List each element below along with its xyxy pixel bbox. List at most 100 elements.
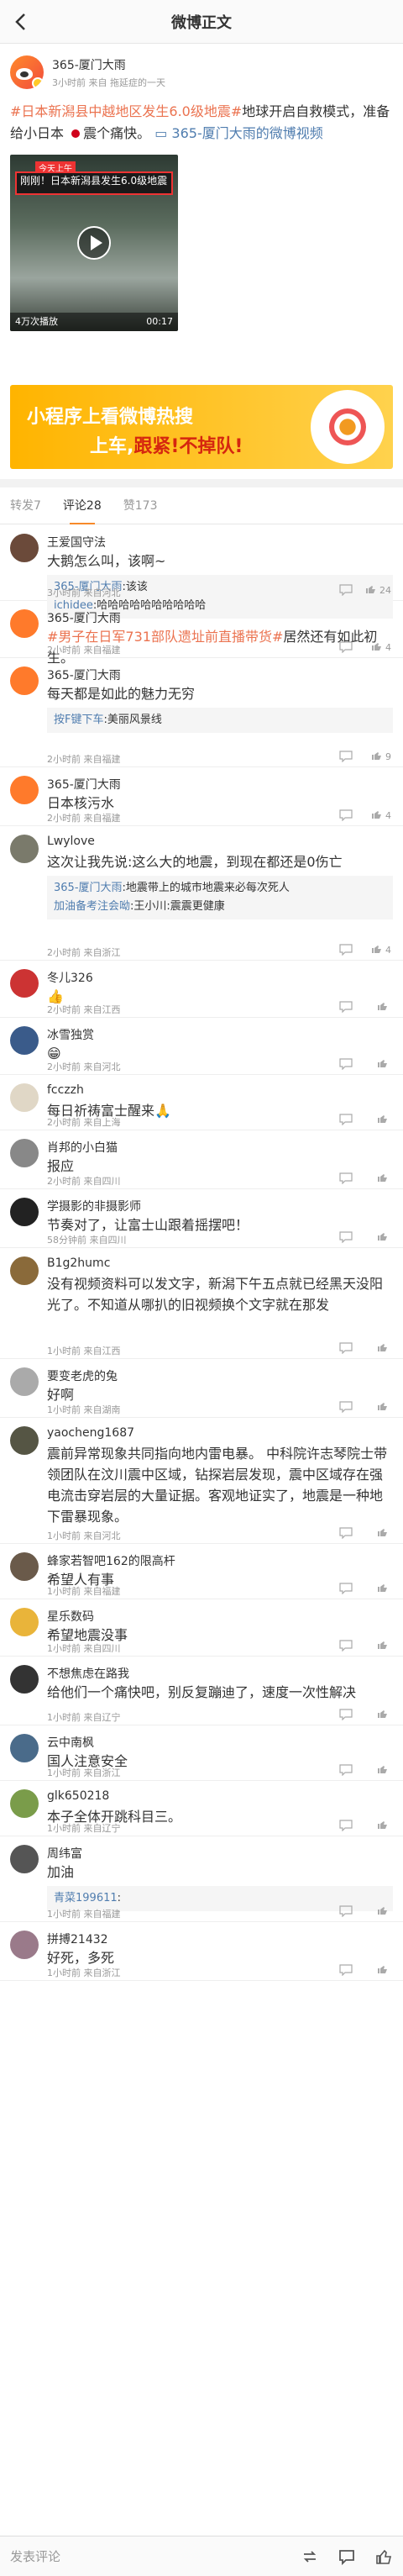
comment-like[interactable] xyxy=(378,1172,391,1185)
comment-like[interactable] xyxy=(378,1640,391,1652)
comment-item[interactable]: 365-厦门大雨 #男子在日军731部队遗址前直播带货#居然还有如此初生。 2小时前… xyxy=(0,601,403,666)
comment-item[interactable]: 要变老虎的兔 好啊 1小时前 来自湖南 xyxy=(0,1359,403,1418)
reply-icon[interactable] xyxy=(339,944,353,956)
comment-item[interactable]: 星乐数码 希望地震没事 1小时前 来自四川 xyxy=(0,1599,403,1657)
reply-icon[interactable] xyxy=(339,1709,353,1721)
repost-icon[interactable] xyxy=(301,2547,319,2566)
reply-icon[interactable] xyxy=(339,1114,353,1126)
commenter-name[interactable]: 蜂家若智吧162的限高杆 xyxy=(47,1552,175,1569)
comment-item[interactable]: yaocheng1687 震前异常现象共同指向地内雷电暴。 中科院许志琴院士带领团… xyxy=(0,1418,403,1544)
reply-user[interactable]: 按F键下车 xyxy=(54,714,103,726)
comment-like[interactable] xyxy=(378,1820,391,1832)
comment-like[interactable]: 4 xyxy=(372,641,391,654)
reply-icon[interactable] xyxy=(339,1058,353,1071)
comment-item[interactable]: 冬儿326 👍 2小时前 来自江西 xyxy=(0,961,403,1018)
reply-icon[interactable] xyxy=(339,1583,353,1595)
commenter-avatar[interactable] xyxy=(10,1198,39,1226)
commenter-name[interactable]: 王爱国守法 xyxy=(47,534,106,550)
commenter-name[interactable]: yaocheng1687 xyxy=(47,1426,134,1440)
video-link[interactable]: ▭ 365-厦门大雨的微博视频 xyxy=(154,125,323,141)
reply-icon[interactable] xyxy=(339,809,353,822)
commenter-name[interactable]: 不想焦虑在路我 xyxy=(47,1665,129,1682)
reply-user[interactable]: 青菜199611 xyxy=(54,1892,118,1904)
commenter-name[interactable]: 365-厦门大雨 xyxy=(47,666,121,683)
comment-like[interactable] xyxy=(378,1401,391,1414)
commenter-avatar[interactable] xyxy=(10,1367,39,1396)
comment-like[interactable]: 9 xyxy=(372,751,391,763)
comment-like[interactable] xyxy=(378,1342,391,1355)
commenter-avatar[interactable] xyxy=(10,1931,39,1959)
comment-item[interactable]: 蜂家若智吧162的限高杆 希望人有事 1小时前 来自福建 xyxy=(0,1544,403,1599)
commenter-name[interactable]: 拼搏21432 xyxy=(47,1931,108,1947)
comment-item[interactable]: 肖邦的小白猫 报应 2小时前 来自四川 xyxy=(0,1130,403,1189)
commenter-name[interactable]: 学摄影的非摄影师 xyxy=(47,1198,141,1214)
commenter-avatar[interactable] xyxy=(10,1139,39,1167)
comment-like[interactable] xyxy=(378,1527,391,1540)
commenter-name[interactable]: 星乐数码 xyxy=(47,1608,94,1625)
comment-like[interactable] xyxy=(378,1001,391,1014)
hashtag-link[interactable]: #日本新潟县中越地区发生6.0级地震# xyxy=(10,103,242,119)
commenter-avatar[interactable] xyxy=(10,609,39,638)
commenter-avatar[interactable] xyxy=(10,1608,39,1636)
commenter-avatar[interactable] xyxy=(10,835,39,863)
comment-like[interactable] xyxy=(378,1058,391,1071)
comment-like[interactable] xyxy=(378,1583,391,1595)
commenter-avatar[interactable] xyxy=(10,1665,39,1694)
comment-item[interactable]: 365-厦门大雨 日本核污水 2小时前 来自福建 4 xyxy=(0,767,403,826)
author-avatar[interactable] xyxy=(10,55,44,89)
like-icon[interactable] xyxy=(374,2547,393,2566)
comment-like[interactable] xyxy=(378,1964,391,1977)
commenter-avatar[interactable] xyxy=(10,1083,39,1112)
video-card[interactable]: 今天上午 刚刚！日本新潟县发生6.0级地震 4万次播放 00:17 xyxy=(10,155,178,331)
commenter-name[interactable]: B1g2humc xyxy=(47,1256,110,1270)
comment-item[interactable]: B1g2humc 没有视频资料可以发文字，新潟下午五点就已经黑天没阳光了。不知道从… xyxy=(0,1248,403,1359)
play-icon[interactable] xyxy=(77,226,111,260)
comment-like[interactable]: 4 xyxy=(372,944,391,956)
reply-icon[interactable] xyxy=(339,641,353,654)
comment-like[interactable] xyxy=(378,1764,391,1777)
comment-item[interactable]: 周纬富 加油 青菜199611: 1小时前 来自福建 xyxy=(0,1836,403,1922)
commenter-avatar[interactable] xyxy=(10,1026,39,1055)
commenter-avatar[interactable] xyxy=(10,969,39,998)
commenter-avatar[interactable] xyxy=(10,1256,39,1285)
reply-user[interactable]: 365-厦门大雨 xyxy=(54,882,123,894)
reply-icon[interactable] xyxy=(339,1640,353,1652)
commenter-avatar[interactable] xyxy=(10,776,39,804)
commenter-name[interactable]: Lwylove xyxy=(47,835,95,848)
comment-item[interactable]: 冰雪独赏 😁 2小时前 来自河北 xyxy=(0,1018,403,1075)
comment-like[interactable] xyxy=(378,1114,391,1126)
tab-repost[interactable]: 转发7 xyxy=(10,487,41,524)
comment-item[interactable]: 365-厦门大雨 每天都是如此的魅力无穷 按F键下车:美丽风景线 2小时前 来自福建 9 xyxy=(0,658,403,767)
reply-icon[interactable] xyxy=(339,1401,353,1414)
commenter-avatar[interactable] xyxy=(10,1845,39,1873)
commenter-avatar[interactable] xyxy=(10,1789,39,1818)
reply-icon[interactable] xyxy=(339,1820,353,1832)
author-name[interactable]: 365-厦门大雨 xyxy=(52,56,165,73)
commenter-avatar[interactable] xyxy=(10,1552,39,1581)
comment-item[interactable]: fcczzh 每日祈祷富士醒来🙏 2小时前 来自上海 xyxy=(0,1075,403,1130)
reply-icon[interactable] xyxy=(339,1231,353,1244)
commenter-name[interactable]: glk650218 xyxy=(47,1789,109,1803)
commenter-name[interactable]: 要变老虎的兔 xyxy=(47,1367,118,1384)
commenter-name[interactable]: fcczzh xyxy=(47,1083,84,1097)
comment-item[interactable]: 云中南枫 国人注意安全 1小时前 来自浙江 xyxy=(0,1725,403,1781)
comment-item[interactable]: 拼搏21432 好死，多死 1小时前 来自浙江 xyxy=(0,1922,403,1981)
reply-box[interactable]: 按F键下车:美丽风景线 xyxy=(47,708,393,733)
comment-icon[interactable] xyxy=(338,2547,356,2566)
commenter-name[interactable]: 肖邦的小白猫 xyxy=(47,1139,118,1156)
reply-icon[interactable] xyxy=(339,1527,353,1540)
comment-item[interactable]: Lwylove 这次让我先说:这么大的地震，到现在都还是0伤亡 365-厦门大雨:地… xyxy=(0,826,403,961)
comment-like[interactable]: 4 xyxy=(372,809,391,822)
comment-item[interactable]: glk650218 本子全体开跳科目三。 1小时前 来自辽宁 xyxy=(0,1781,403,1836)
commenter-name[interactable]: 云中南枫 xyxy=(47,1734,94,1751)
back-arrow-icon[interactable] xyxy=(8,10,32,34)
reply-icon[interactable] xyxy=(339,584,353,597)
reply-box[interactable]: 365-厦门大雨:地震带上的城市地震来必每次死人 加油备考注会呦:王小川:震震更健… xyxy=(47,876,393,919)
comment-item[interactable]: 王爱国守法 大鹅怎么叫，该啊~ 365-厦门大雨:该该 ichidee:哈哈哈哈哈哈哈… xyxy=(0,525,403,619)
comment-like[interactable] xyxy=(378,1231,391,1244)
commenter-avatar[interactable] xyxy=(10,666,39,695)
reply-icon[interactable] xyxy=(339,1764,353,1777)
commenter-avatar[interactable] xyxy=(10,1734,39,1762)
comment-item[interactable]: 学摄影的非摄影师 节奏对了，让富士山跟着摇摆吧！ 58分钟前 来自四川 xyxy=(0,1189,403,1248)
commenter-avatar[interactable] xyxy=(10,534,39,562)
